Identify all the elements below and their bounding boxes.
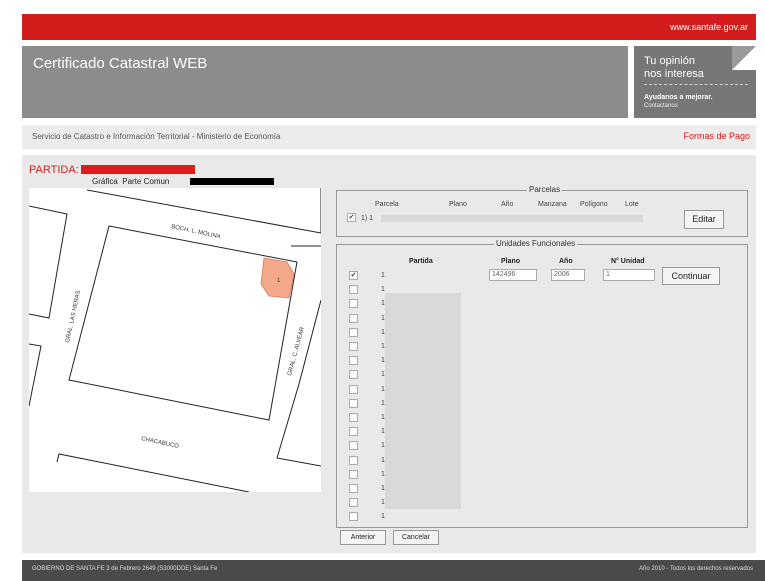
top-bar: www.santafe.gov.ar <box>22 14 756 40</box>
continue-button[interactable]: Continuar <box>662 267 720 285</box>
parcela-row-label: 1) 1 <box>361 215 374 222</box>
partida-redacted <box>81 165 195 174</box>
street-label-las-heras: GRAL. LAS HERAS <box>65 290 82 343</box>
unidad-row-prefix: 1 <box>381 513 385 521</box>
page-title: Certificado Catastral WEB <box>33 55 208 72</box>
unidad-row-prefix: 1 <box>381 371 385 379</box>
col-anio: Año <box>501 201 514 208</box>
unidad-checkbox[interactable] <box>349 512 358 522</box>
unidad-row-prefix: 1 <box>381 456 385 464</box>
page-footer: GOBIERNO DE SANTA FE 3 de Febrero 2649 (… <box>22 560 765 581</box>
unidades-legend: Unidades Funcionales <box>494 239 578 248</box>
feedback-divider <box>644 84 748 85</box>
parcel-map[interactable]: 1 BOCH. L. MOLINA GRAL. LAS HERAS GRAL. … <box>28 188 322 493</box>
unidad-row-prefix: 1 <box>381 470 385 478</box>
parte-comun-redacted <box>190 178 274 185</box>
feedback-line2: nos interesa <box>644 68 704 80</box>
unidad-checkbox[interactable] <box>349 299 358 309</box>
cancel-button[interactable]: Cancelar <box>393 530 439 545</box>
street-label-molina: BOCH. L. MOLINA <box>171 224 221 240</box>
service-text: Servicio de Catastro e Información Terri… <box>32 132 281 141</box>
street-label-chacabuco: CHACABUCO <box>141 436 180 450</box>
col-plano: Plano <box>501 258 521 265</box>
unidad-checkbox[interactable] <box>349 370 358 380</box>
col-plano: Plano <box>449 201 467 208</box>
unidad-checkbox[interactable] <box>349 469 358 479</box>
unidad-input[interactable]: 1 <box>603 269 655 281</box>
unidad-row-prefix: 1 <box>381 414 385 421</box>
col-poligono: Polígono <box>580 201 608 208</box>
payment-link[interactable]: Formas de Pago <box>683 131 750 141</box>
unidad-row-prefix: 1 <box>381 485 385 492</box>
unidad-row-prefix: 1 <box>381 272 385 279</box>
unidad-checkbox[interactable] <box>349 413 358 422</box>
map-svg: 1 BOCH. L. MOLINA GRAL. LAS HERAS GRAL. … <box>28 188 322 493</box>
grafica-label: Gráfica Parte Comun <box>92 177 170 186</box>
partida-label: PARTIDA: <box>29 164 79 176</box>
unidad-row-prefix: 1 <box>381 300 385 308</box>
unidad-checkbox[interactable] <box>349 498 358 508</box>
unidad-row-prefix: 1 <box>381 328 385 336</box>
parcelas-fieldset: Parcelas Parcela Plano Año Manzana Políg… <box>336 185 748 237</box>
back-button[interactable]: Anterior <box>340 530 386 545</box>
unidad-row-prefix: 1 <box>381 428 385 436</box>
unidades-partida-redacted <box>385 293 461 509</box>
unidad-checkbox[interactable] <box>349 384 358 394</box>
unidad-checkbox[interactable] <box>349 342 358 351</box>
feedback-box[interactable]: Tu opinión nos interesa Ayudanos a mejor… <box>634 46 756 118</box>
unidad-row-prefix: 1 <box>381 343 385 350</box>
unidad-row-prefix: 1 <box>381 385 385 393</box>
edit-button[interactable]: Editar <box>684 210 724 229</box>
unidad-checkbox[interactable]: ✔ <box>349 271 358 280</box>
contact-link[interactable]: Contactanos <box>644 103 678 109</box>
col-manzana: Manzana <box>538 201 567 208</box>
feedback-link[interactable]: Ayudanos a mejorar. <box>644 94 713 101</box>
unidad-row-prefix: 1 <box>381 357 385 365</box>
unidad-checkbox[interactable] <box>349 441 358 451</box>
unidad-checkbox[interactable] <box>349 313 358 323</box>
unidad-row-prefix: 1 <box>381 286 385 294</box>
unidad-row-prefix: 1 <box>381 314 385 322</box>
unidad-row-prefix: 1 <box>381 499 385 507</box>
unidad-checkbox[interactable] <box>349 327 358 337</box>
footer-address: GOBIERNO DE SANTA FE 3 de Febrero 2649 (… <box>32 566 218 572</box>
unidad-checkbox[interactable] <box>349 455 358 465</box>
col-parcela: Parcela <box>375 201 399 208</box>
unidad-checkbox[interactable] <box>349 285 358 295</box>
footer-copyright: Año 2010 - Todos los derechos reservados <box>639 566 753 572</box>
unidad-row-prefix: 1 <box>381 442 385 450</box>
col-anio: Año <box>559 258 573 265</box>
page-header: Certificado Catastral WEB <box>22 46 628 118</box>
anio-input[interactable]: 2006 <box>551 269 585 281</box>
plano-input[interactable]: 142496 <box>489 269 537 281</box>
col-unidad: N° Unidad <box>611 258 645 265</box>
unidad-row-prefix: 1 <box>381 399 385 407</box>
unidad-checkbox[interactable] <box>349 484 358 493</box>
page-fold-icon <box>732 46 756 70</box>
parcela-checkbox[interactable]: ✔ <box>347 213 356 222</box>
parcelas-legend: Parcelas <box>527 185 563 194</box>
unidad-checkbox[interactable] <box>349 398 358 408</box>
site-url-link[interactable]: www.santafe.gov.ar <box>670 22 748 32</box>
unidades-fieldset: Unidades Funcionales Partida Plano Año N… <box>336 239 748 528</box>
unidad-checkbox[interactable] <box>349 356 358 366</box>
col-partida: Partida <box>409 258 433 265</box>
feedback-line1: Tu opinión <box>644 55 695 67</box>
parcela-row-redacted <box>381 215 643 222</box>
unidad-checkbox[interactable] <box>349 427 358 437</box>
col-lote: Lote <box>625 201 639 208</box>
service-bar: Servicio de Catastro e Información Terri… <box>22 125 756 149</box>
